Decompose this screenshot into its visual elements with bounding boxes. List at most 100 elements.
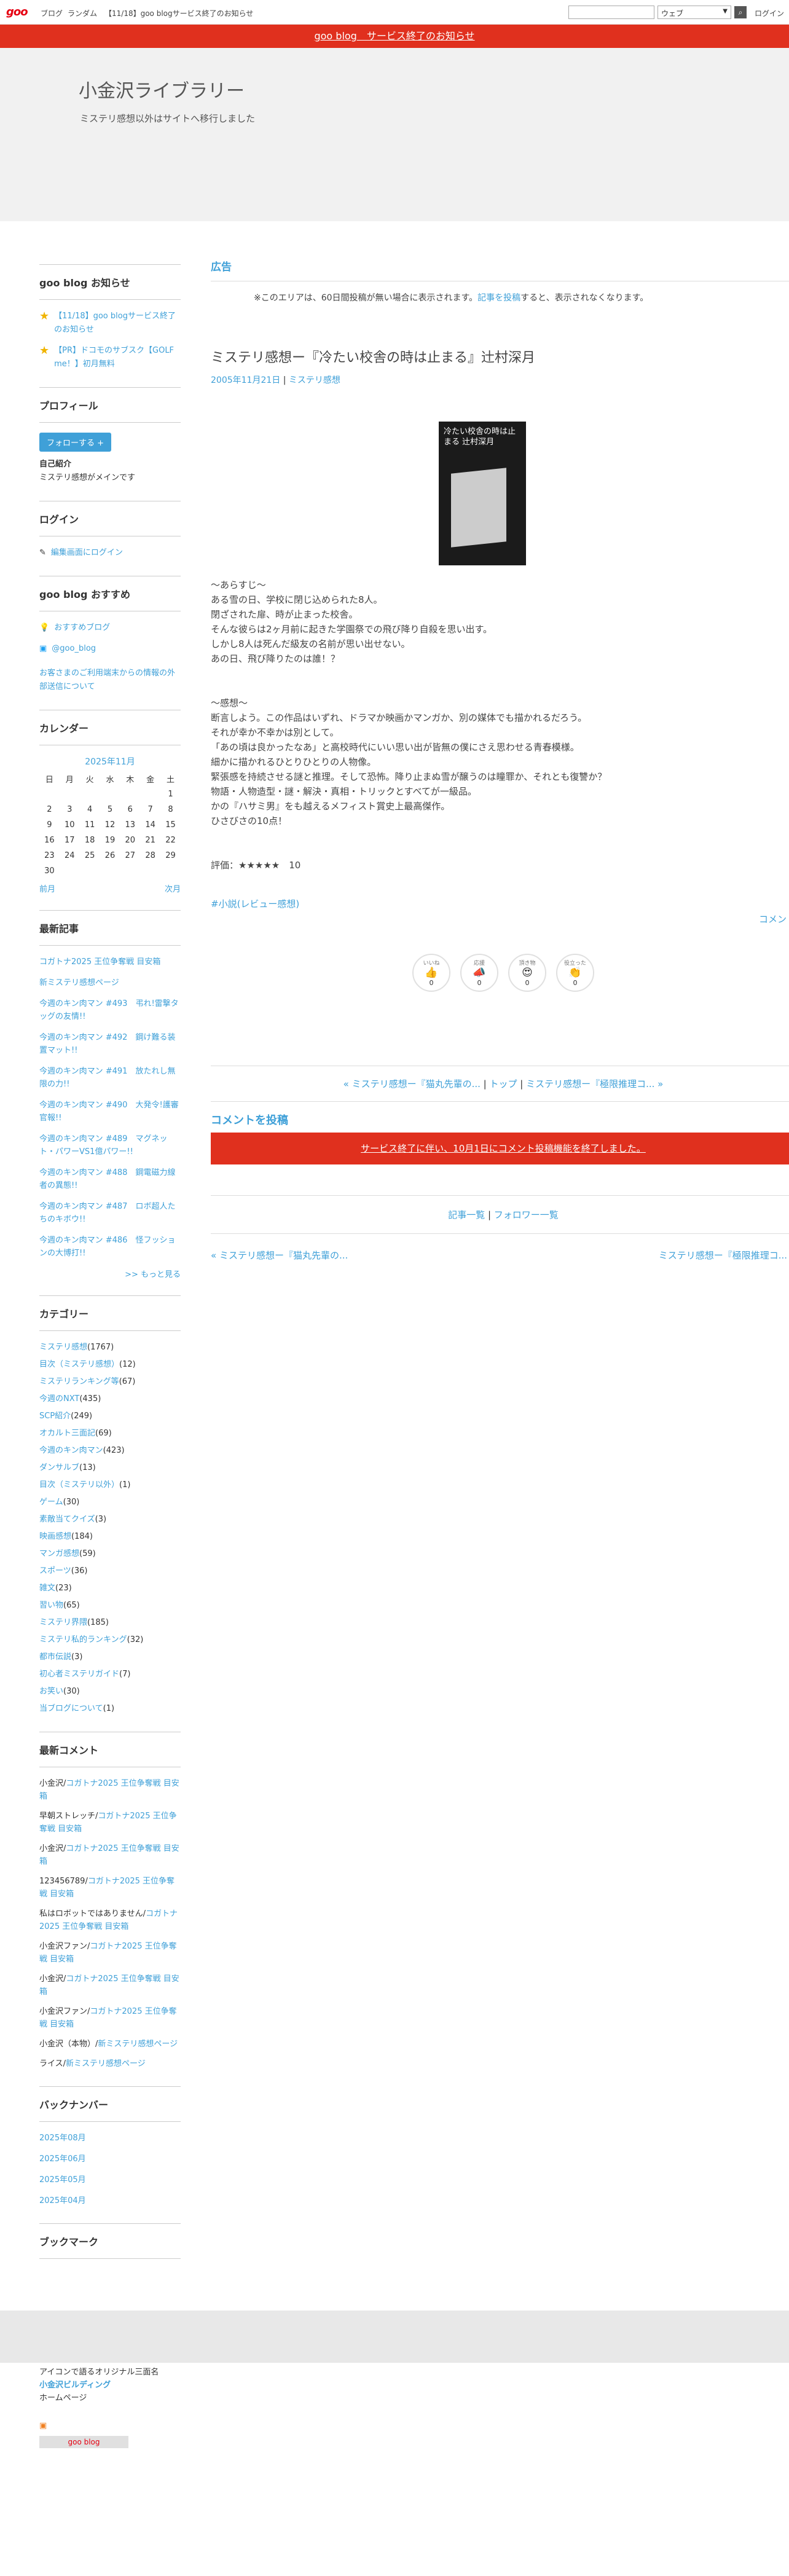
category-link[interactable]: 雑文: [39, 1584, 55, 1593]
category-item: ミステリ感想(1767): [39, 1341, 181, 1354]
service-end-link[interactable]: goo blog サービス終了のお知らせ: [314, 30, 474, 42]
calendar-month[interactable]: 2025年11月: [39, 755, 181, 768]
news-link[interactable]: 【PR】ドコモのサブスク【GOLF me！】初月無料: [54, 344, 181, 371]
category-count: (184): [71, 1532, 93, 1541]
post-title[interactable]: ミステリ感想ー『冷たい校舎の時は止まる』辻村深月: [211, 347, 789, 366]
category-item: ミステリランキング等(67): [39, 1375, 181, 1389]
category-link[interactable]: ダンサルブ: [39, 1463, 79, 1472]
category-link[interactable]: ミステリ私的ランキング: [39, 1635, 127, 1644]
category-link[interactable]: 目次（ミステリ感想）: [39, 1360, 119, 1369]
follower-list-link[interactable]: フォロワー一覧: [494, 1209, 559, 1220]
backnumber-link[interactable]: 2025年04月: [39, 2194, 181, 2207]
category-link[interactable]: 都市伝説: [39, 1652, 71, 1662]
comment-heading: コメントを投稿: [211, 1114, 288, 1127]
recent-post-link[interactable]: 今週のキン肉マン #492 鋼け難る装置マット!!: [39, 1031, 181, 1057]
category-link[interactable]: 習い物: [39, 1601, 63, 1610]
recommend-link[interactable]: おすすめブログ: [54, 621, 110, 635]
search-button[interactable]: ⌕: [734, 6, 747, 18]
bottom-next-link[interactable]: ミステリ感想ー『極限推理コ... »: [659, 1249, 789, 1262]
calendar-day: 2: [47, 805, 52, 814]
category-link[interactable]: 目次（ミステリ以外）: [39, 1480, 119, 1490]
post-tag: #小説(レビュー感想): [211, 898, 300, 909]
bookmark-item[interactable]: アイコンで語るオリジナル三面名: [39, 2366, 181, 2379]
search-scope-select[interactable]: ウェブ ▼: [658, 6, 731, 19]
comment-post-link[interactable]: 新ミステリ感想ページ: [98, 2040, 178, 2049]
login-link[interactable]: ログイン: [755, 8, 784, 18]
recent-post-link[interactable]: 今週のキン肉マン #491 放たれし無限の力!!: [39, 1065, 181, 1091]
next-post-link[interactable]: ミステリ感想ー『極限推理コ... »: [526, 1078, 663, 1090]
follow-button[interactable]: フォローする +: [39, 433, 112, 452]
category-link[interactable]: SCP紹介: [39, 1412, 71, 1421]
reaction-button[interactable]: いいね 👍 0: [412, 954, 450, 992]
nav-blog[interactable]: ブログ: [41, 8, 63, 18]
x-icon: ▣: [39, 644, 47, 653]
post-body-line: 評価：★★★★★ 10: [211, 860, 301, 871]
calendar-day: 24: [64, 851, 75, 860]
nav-news[interactable]: 【11/18】goo blogサービス終了のお知らせ: [104, 8, 253, 18]
category-link[interactable]: 素敵当てクイズ: [39, 1515, 95, 1524]
news-link[interactable]: 【11/18】goo blogサービス終了のお知らせ: [54, 310, 181, 337]
post-category[interactable]: ミステリ感想: [289, 375, 340, 385]
recent-post-link[interactable]: 今週のキン肉マン #489 マグネット・パワーVS1億パワー!!: [39, 1133, 181, 1158]
category-link[interactable]: 映画感想: [39, 1532, 71, 1541]
rss-icon[interactable]: ▣: [39, 2419, 181, 2432]
top-link[interactable]: トップ: [489, 1078, 517, 1090]
recent-post-link[interactable]: コガトナ2025 王位争奪戦 目安箱: [39, 956, 181, 968]
bottom-prev-link[interactable]: « ミステリ感想ー『猫丸先輩の...: [211, 1249, 348, 1262]
category-link[interactable]: ゲーム: [39, 1498, 63, 1507]
calendar-day: [39, 787, 60, 802]
category-item: 素敵当てクイズ(3): [39, 1513, 181, 1526]
prev-post-link[interactable]: « ミステリ感想ー『猫丸先輩の...: [343, 1078, 481, 1090]
recent-post-link[interactable]: 今週のキン肉マン #488 鋼電磁力線者の異態!!: [39, 1166, 181, 1192]
category-link[interactable]: ミステリランキング等: [39, 1377, 119, 1386]
backnumber-link[interactable]: 2025年06月: [39, 2153, 181, 2166]
post-link[interactable]: 記事を投稿: [477, 293, 520, 303]
category-link[interactable]: マンガ感想: [39, 1549, 79, 1558]
book-cover[interactable]: 冷たい校舎の時は止まる 辻村深月: [439, 422, 526, 565]
search-input[interactable]: [568, 6, 654, 19]
calendar-next[interactable]: 次月: [165, 882, 181, 894]
category-link[interactable]: 当ブログについて: [39, 1704, 103, 1713]
recent-post-link[interactable]: 新ミステリ感想ページ: [39, 976, 181, 989]
category-link[interactable]: 初心者ミステリガイド: [39, 1670, 119, 1679]
backnumber-link[interactable]: 2025年05月: [39, 2174, 181, 2186]
calendar-day: 28: [145, 851, 155, 860]
category-link[interactable]: お笑い: [39, 1687, 63, 1696]
calendar-day: 20: [125, 836, 136, 845]
bookmark-item[interactable]: 小金沢ビルディング: [39, 2379, 181, 2392]
reaction-button[interactable]: 応援 📣 0: [460, 954, 498, 992]
recent-post-link[interactable]: 今週のキン肉マン #487 ロボ超人たちのキボウ!!: [39, 1200, 181, 1226]
category-link[interactable]: ミステリ感想: [39, 1343, 87, 1352]
comment-closed-link[interactable]: サービス終了に伴い、10月1日にコメント投稿機能を終了しました。: [361, 1143, 646, 1154]
more-link[interactable]: >> もっと見る: [125, 1270, 181, 1279]
category-link[interactable]: オカルト三面記: [39, 1429, 95, 1438]
twitter-link[interactable]: @goo_blog: [52, 642, 96, 656]
goo-logo[interactable]: goo: [6, 6, 28, 18]
calendar-day: 25: [84, 851, 95, 860]
recent-post-link[interactable]: 今週のキン肉マン #490 大発令!護審官報!!: [39, 1099, 181, 1125]
nav-random[interactable]: ランダム: [68, 8, 97, 18]
category-link[interactable]: 今週のNXT: [39, 1394, 79, 1404]
recent-post-link[interactable]: 今週のキン肉マン #493 弔れ!雷撃タッグの友情!!: [39, 997, 181, 1023]
category-link[interactable]: 今週のキン肉マン: [39, 1446, 103, 1455]
bookmark-item[interactable]: ホームページ: [39, 2392, 181, 2405]
category-link[interactable]: ミステリ界隈: [39, 1618, 87, 1627]
post-date[interactable]: 2005年11月21日: [211, 375, 280, 385]
recent-post-link[interactable]: 今週のキン肉マン #486 怪フッションの大博打!!: [39, 1234, 181, 1260]
comment-author: 小金沢/: [39, 1844, 66, 1853]
external-info-link[interactable]: お客さまのご利用端末からの情報の外部送信について: [39, 667, 181, 694]
category-link[interactable]: スポーツ: [39, 1566, 71, 1576]
post-body-line: そんな彼らは2ヶ月前に起きた学園祭での飛び降り自殺を思い出す。: [211, 624, 493, 635]
article-list-link[interactable]: 記事一覧: [448, 1209, 485, 1220]
reaction-button[interactable]: 役立った 👏 0: [556, 954, 594, 992]
edit-login-link[interactable]: 編集画面にログイン: [51, 546, 123, 560]
comment-link: コメント: [758, 914, 789, 925]
reaction-label: 役立った: [563, 960, 586, 967]
reaction-button[interactable]: 頂き物 😍 0: [508, 954, 546, 992]
goo-blog-badge[interactable]: goo blog: [39, 2436, 128, 2448]
backnumber-link[interactable]: 2025年08月: [39, 2132, 181, 2145]
comment-post-link[interactable]: 新ミステリ感想ページ: [66, 2059, 146, 2068]
category-item: 映画感想(184): [39, 1530, 181, 1544]
blog-title[interactable]: 小金沢ライブラリー: [79, 76, 245, 103]
calendar-prev[interactable]: 前月: [39, 882, 55, 894]
